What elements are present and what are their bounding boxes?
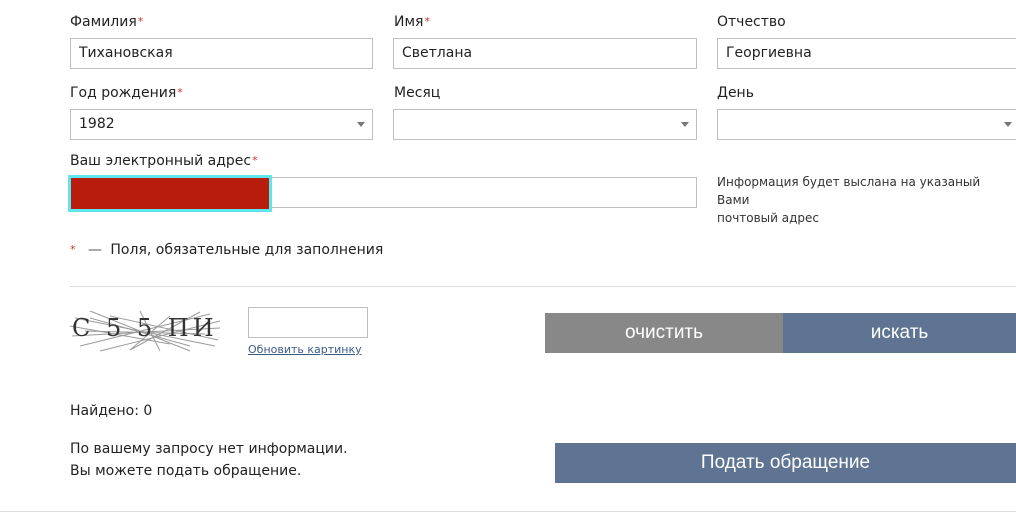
required-note-text: Поля, обязательные для заполнения xyxy=(110,242,384,258)
submit-appeal-button[interactable]: Подать обращение xyxy=(555,443,1016,483)
day-select[interactable] xyxy=(717,109,1016,140)
email-hint: Информация будет выслана на указаный Вам… xyxy=(717,173,1016,227)
required-mark: * xyxy=(70,243,76,256)
email-label-text: Ваш электронный адрес xyxy=(70,153,252,169)
captcha-input[interactable] xyxy=(248,307,368,338)
surname-label: Фамилия* xyxy=(70,13,143,31)
bottom-divider xyxy=(0,511,1016,512)
patronymic-input[interactable]: Георгиевна xyxy=(717,38,1016,69)
month-select[interactable] xyxy=(393,109,697,140)
surname-input[interactable]: Тихановская xyxy=(70,38,373,69)
chevron-down-icon xyxy=(357,122,365,127)
email-hint-line2: почтовый адрес xyxy=(717,211,820,225)
name-input[interactable]: Светлана xyxy=(393,38,697,69)
no-results-message: По вашему запросу нет информации. Вы мож… xyxy=(70,438,348,482)
required-note: * — Поля, обязательные для заполнения xyxy=(70,240,383,260)
found-count: Найдено: 0 xyxy=(70,403,153,419)
redacted-block xyxy=(71,178,269,209)
search-button[interactable]: искать xyxy=(783,313,1016,353)
birth-year-value: 1982 xyxy=(79,116,115,132)
birth-year-label: Год рождения* xyxy=(70,84,183,102)
required-mark: * xyxy=(137,15,144,28)
required-mark: * xyxy=(424,15,430,28)
email-label: Ваш электронный адрес* xyxy=(70,152,258,170)
chevron-down-icon xyxy=(1004,122,1012,127)
divider xyxy=(70,286,1016,287)
refresh-captcha-link[interactable]: Обновить картинку xyxy=(248,343,362,356)
required-note-dash: — xyxy=(87,242,102,258)
name-label-text: Имя xyxy=(394,14,424,30)
surname-label-text: Фамилия xyxy=(70,14,137,30)
chevron-down-icon xyxy=(681,122,689,127)
email-redaction-focus xyxy=(68,175,272,212)
required-mark: * xyxy=(177,86,183,99)
birth-year-select[interactable]: 1982 xyxy=(70,109,373,140)
day-label: День xyxy=(717,85,754,101)
clear-button[interactable]: очистить xyxy=(545,313,783,353)
month-label: Месяц xyxy=(394,85,441,101)
patronymic-label: Отчество xyxy=(717,14,786,30)
name-label: Имя* xyxy=(394,13,430,31)
no-results-line1: По вашему запросу нет информации. xyxy=(70,441,348,457)
email-hint-line1: Информация будет выслана на указаный Вам… xyxy=(717,175,981,207)
no-results-line2: Вы можете подать обращение. xyxy=(70,463,302,479)
birth-year-label-text: Год рождения xyxy=(70,85,177,101)
captcha-text: C 5 5 ПИ xyxy=(72,314,218,342)
required-mark: * xyxy=(252,154,258,167)
captcha-image: C 5 5 ПИ xyxy=(69,306,222,356)
